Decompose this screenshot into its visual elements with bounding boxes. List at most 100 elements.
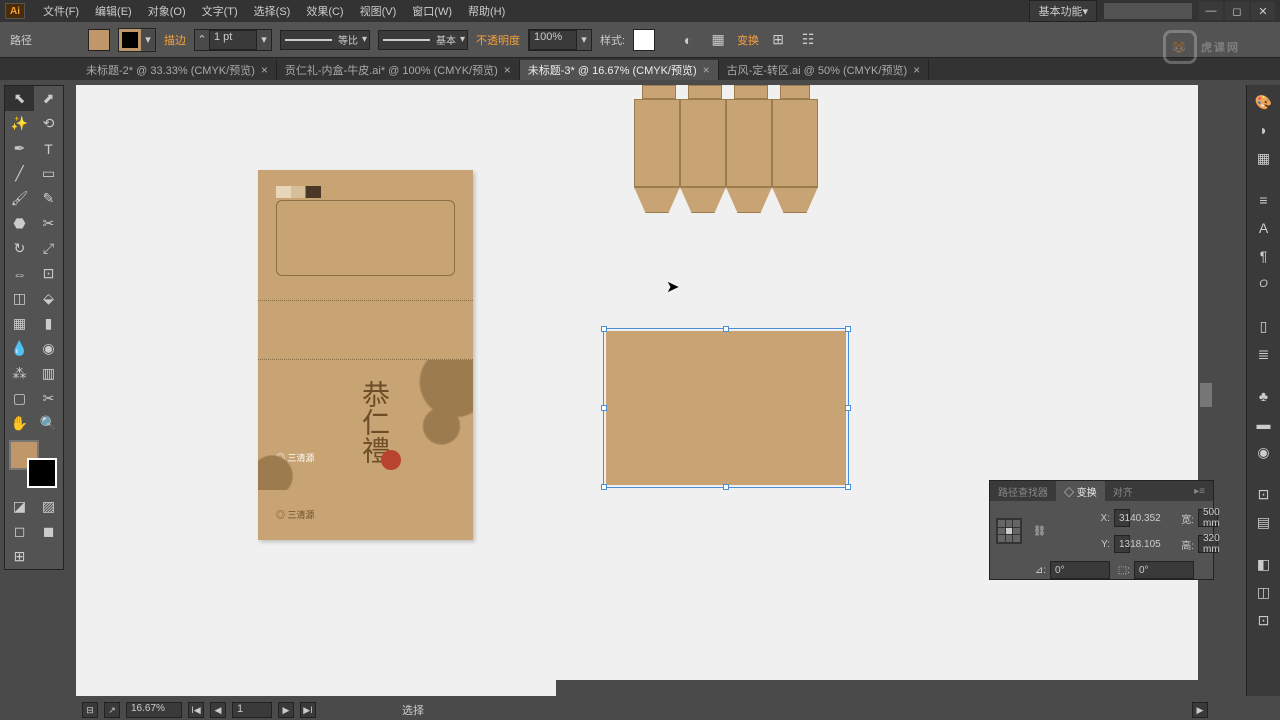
appearance-panel-icon[interactable]: ◉ bbox=[1253, 441, 1275, 463]
width-field[interactable]: 500 mm bbox=[1198, 509, 1218, 527]
eraser-tool[interactable]: ✂ bbox=[34, 211, 63, 236]
zoom-field[interactable]: 16.67% bbox=[126, 702, 182, 718]
artboard-tool[interactable]: ▢ bbox=[5, 386, 34, 411]
menu-object[interactable]: 对象(O) bbox=[140, 0, 194, 22]
paintbrush-tool[interactable]: 🖌 bbox=[5, 186, 34, 211]
color-mode-fill[interactable]: ◪ bbox=[5, 494, 34, 519]
selection-tool[interactable]: ⬉ bbox=[5, 86, 34, 111]
menu-view[interactable]: 视图(V) bbox=[352, 0, 405, 22]
canvas[interactable]: ◎ 三清源 恭仁禮 ◎ 三清源 bbox=[76, 85, 1214, 696]
menu-help[interactable]: 帮助(H) bbox=[460, 0, 513, 22]
close-icon[interactable]: × bbox=[913, 63, 920, 77]
align-panel-icon[interactable]: ▤ bbox=[1253, 511, 1275, 533]
search-box[interactable] bbox=[1103, 2, 1193, 20]
paragraph-panel-icon[interactable]: ¶ bbox=[1253, 245, 1275, 267]
resize-handle-se[interactable] bbox=[845, 484, 851, 490]
screen-mode[interactable]: ⊞ bbox=[5, 544, 34, 569]
status-dropdown-icon[interactable]: ▶ bbox=[1192, 702, 1208, 718]
nav-last-icon[interactable]: ▶I bbox=[300, 702, 316, 718]
blob-brush-tool[interactable]: ⬣ bbox=[5, 211, 34, 236]
transform-tab[interactable]: ◇ 变换 bbox=[1056, 481, 1105, 501]
scroll-thumb[interactable] bbox=[1200, 383, 1212, 407]
stroke-swatch[interactable] bbox=[119, 29, 141, 51]
reference-point-selector[interactable] bbox=[996, 518, 1022, 544]
selected-rectangle[interactable] bbox=[606, 331, 846, 485]
resize-handle-nw[interactable] bbox=[601, 326, 607, 332]
opentype-panel-icon[interactable]: O bbox=[1253, 273, 1275, 295]
layers-panel-icon[interactable]: ◧ bbox=[1253, 553, 1275, 575]
scale-tool[interactable]: ⤢ bbox=[34, 236, 63, 261]
gradient-panel-icon[interactable]: ▯ bbox=[1253, 315, 1275, 337]
shear-field[interactable]: 0° bbox=[1134, 561, 1194, 579]
width-tool[interactable]: ⇔ bbox=[5, 261, 34, 286]
lasso-tool[interactable]: ⟲ bbox=[34, 111, 63, 136]
links-panel-icon[interactable]: ⊡ bbox=[1253, 609, 1275, 631]
horizontal-scrollbar[interactable] bbox=[556, 680, 1198, 696]
nav-first-icon[interactable]: I◀ bbox=[188, 702, 204, 718]
nav-next-icon[interactable]: ▶ bbox=[278, 702, 294, 718]
doc-tab-2[interactable]: 贡仁礼-内盒-牛皮.ai* @ 100% (CMYK/预览)× bbox=[277, 60, 520, 80]
window-restore[interactable]: ◻ bbox=[1225, 2, 1249, 20]
hand-tool[interactable]: ✋ bbox=[5, 411, 34, 436]
isolate-icon[interactable]: ⊞ bbox=[767, 29, 789, 51]
zoom-tool[interactable]: 🔍 bbox=[34, 411, 63, 436]
menu-window[interactable]: 窗口(W) bbox=[404, 0, 460, 22]
close-icon[interactable]: × bbox=[504, 63, 511, 77]
graph-tool[interactable]: ▥ bbox=[34, 361, 63, 386]
brush-def[interactable]: 基本▾ bbox=[378, 30, 468, 50]
window-close[interactable]: ✕ bbox=[1251, 2, 1275, 20]
panel-menu-icon[interactable]: ▸≡ bbox=[1186, 481, 1213, 501]
window-minimize[interactable]: — bbox=[1199, 2, 1223, 20]
eyedropper-tool[interactable]: 💧 bbox=[5, 336, 34, 361]
graphic-style-swatch[interactable] bbox=[633, 29, 655, 51]
fill-stroke-swatches[interactable] bbox=[9, 440, 59, 490]
pathfinder-tab[interactable]: 路径查找器 bbox=[990, 481, 1056, 501]
stroke-profile[interactable]: 等比▾ bbox=[280, 30, 370, 50]
color-mode-gradient[interactable]: ▨ bbox=[34, 494, 63, 519]
menu-effect[interactable]: 效果(C) bbox=[298, 0, 351, 22]
perspective-tool[interactable]: ⬙ bbox=[34, 286, 63, 311]
graphic-styles-icon[interactable]: ⊡ bbox=[1253, 483, 1275, 505]
arrange-icon[interactable]: ☷ bbox=[797, 29, 819, 51]
doc-tab-3[interactable]: 未标题-3* @ 16.67% (CMYK/预览)× bbox=[520, 60, 719, 80]
x-field[interactable]: 3140.352 bbox=[1114, 509, 1130, 527]
brushes-panel-icon[interactable]: ▬ bbox=[1253, 413, 1275, 435]
gradient-tool[interactable]: ▮ bbox=[34, 311, 63, 336]
menu-select[interactable]: 选择(S) bbox=[246, 0, 299, 22]
character-panel-icon[interactable]: A bbox=[1253, 217, 1275, 239]
opacity-dropdown[interactable]: ▾ bbox=[577, 30, 591, 50]
popup-icon[interactable]: ↗ bbox=[104, 702, 120, 718]
resize-handle-sw[interactable] bbox=[601, 484, 607, 490]
symbols-panel-icon[interactable]: ♣ bbox=[1253, 385, 1275, 407]
recolor-icon[interactable]: ◐ bbox=[677, 29, 699, 51]
rotate-tool[interactable]: ↻ bbox=[5, 236, 34, 261]
constrain-proportions-icon[interactable]: ⛓ bbox=[1030, 526, 1046, 537]
stroke-weight-dropdown[interactable]: ▾ bbox=[257, 30, 271, 50]
close-icon[interactable]: × bbox=[703, 63, 710, 77]
height-field[interactable]: 320 mm bbox=[1198, 535, 1218, 553]
align-icon[interactable]: ▦ bbox=[707, 29, 729, 51]
swatches-panel-icon[interactable]: ▦ bbox=[1253, 147, 1275, 169]
transform-link[interactable]: 变换 bbox=[737, 32, 759, 48]
resize-handle-e[interactable] bbox=[845, 405, 851, 411]
nav-prev-icon[interactable]: ◀ bbox=[210, 702, 226, 718]
opacity-field[interactable]: 100% bbox=[529, 30, 577, 50]
color-guide-icon[interactable]: ◗ bbox=[1253, 119, 1275, 141]
direct-selection-tool[interactable]: ⬈ bbox=[34, 86, 63, 111]
pencil-tool[interactable]: ✎ bbox=[34, 186, 63, 211]
magic-wand-tool[interactable]: ✨ bbox=[5, 111, 34, 136]
workspace-switcher[interactable]: 基本功能 ▾ bbox=[1029, 0, 1097, 22]
artboard-number-field[interactable]: 1 bbox=[232, 702, 272, 718]
line-tool[interactable]: ╱ bbox=[5, 161, 34, 186]
screen-mode-full[interactable] bbox=[34, 544, 63, 569]
menu-edit[interactable]: 编辑(E) bbox=[87, 0, 140, 22]
rotate-field[interactable]: 0° bbox=[1050, 561, 1110, 579]
resize-handle-ne[interactable] bbox=[845, 326, 851, 332]
pen-tool[interactable]: ✒ bbox=[5, 136, 34, 161]
stroke-weight-field[interactable]: 1 pt bbox=[209, 30, 257, 50]
doc-tab-4[interactable]: 古风-定-转区.ai @ 50% (CMYK/预览)× bbox=[719, 60, 929, 80]
draw-mode-normal[interactable]: ◻ bbox=[5, 519, 34, 544]
draw-mode-behind[interactable]: ◼ bbox=[34, 519, 63, 544]
fill-swatch[interactable] bbox=[88, 29, 110, 51]
rectangle-tool[interactable]: ▭ bbox=[34, 161, 63, 186]
